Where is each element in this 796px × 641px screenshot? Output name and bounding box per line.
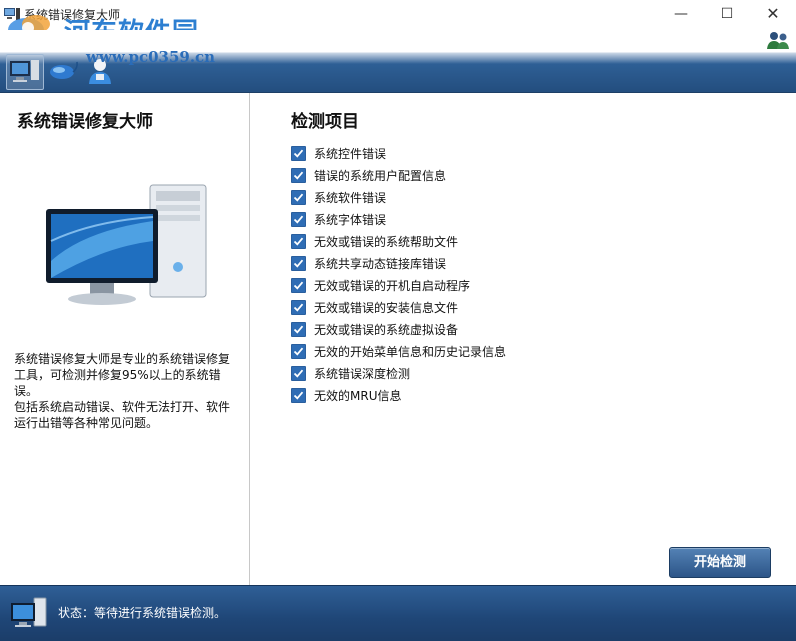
check-item-label: 系统共享动态链接库错误 [314, 256, 447, 271]
right-panel: 检测项目 系统控件错误 错误的系统用户配置信息 系统软件错误 系统字体错误 无效… [250, 93, 796, 585]
check-item-label: 系统错误深度检测 [314, 366, 411, 381]
check-item[interactable]: 系统字体错误 [291, 208, 506, 230]
check-item-label: 无效的MRU信息 [314, 388, 402, 403]
check-item-label: 系统软件错误 [314, 190, 387, 205]
checkbox[interactable] [291, 255, 306, 271]
checkbox[interactable] [291, 343, 306, 359]
check-mark-icon [293, 303, 304, 312]
checkbox[interactable] [291, 233, 306, 249]
check-item[interactable]: 无效或错误的系统虚拟设备 [291, 318, 506, 340]
check-item[interactable]: 系统错误深度检测 [291, 362, 506, 384]
description-line-2: 包括系统启动错误、软件无法打开、软件运行出错等各种常见问题。 [14, 400, 231, 430]
check-mark-icon [293, 391, 304, 400]
checkbox[interactable] [291, 211, 306, 227]
check-mark-icon [293, 347, 304, 356]
check-item[interactable]: 无效的MRU信息 [291, 384, 506, 406]
computer-status-icon [11, 597, 47, 627]
check-mark-icon [293, 369, 304, 378]
maximize-button[interactable]: ☐ [704, 0, 750, 28]
checkbox[interactable] [291, 387, 306, 403]
help-people-icon[interactable] [766, 30, 790, 50]
app-heading: 系统错误修复大师 [17, 112, 153, 132]
check-item[interactable]: 无效或错误的开机自启动程序 [291, 274, 506, 296]
check-item[interactable]: 错误的系统用户配置信息 [291, 164, 506, 186]
check-mark-icon [293, 149, 304, 158]
check-items-heading: 检测项目 [291, 112, 359, 132]
description-line-1: 系统错误修复大师是专业的系统错误修复工具，可检测并修复95%以上的系统错误。 [14, 352, 231, 398]
check-mark-icon [293, 281, 304, 290]
check-mark-icon [293, 171, 304, 180]
check-item-label: 系统字体错误 [314, 212, 387, 227]
check-mark-icon [293, 215, 304, 224]
check-item[interactable]: 无效或错误的系统帮助文件 [291, 230, 506, 252]
check-item-label: 无效或错误的安装信息文件 [314, 300, 459, 315]
monitor-icon [10, 60, 39, 82]
check-item-label: 无效或错误的系统帮助文件 [314, 234, 459, 249]
check-item-label: 系统控件错误 [314, 146, 387, 161]
check-item-label: 错误的系统用户配置信息 [314, 168, 447, 183]
check-mark-icon [293, 193, 304, 202]
desktop-computer-icon [46, 184, 207, 305]
check-item[interactable]: 系统软件错误 [291, 186, 506, 208]
check-mark-icon [293, 237, 304, 246]
check-item[interactable]: 无效的开始菜单信息和历史记录信息 [291, 340, 506, 362]
check-item-label: 无效或错误的开机自启动程序 [314, 278, 471, 293]
status-bar: 状态：等待进行系统错误检测。 [0, 585, 796, 641]
left-panel: 系统错误修复大师 系统错误修复大师是专业的系统错误修复工具，可检测并修复95%以… [0, 93, 250, 585]
check-mark-icon [293, 259, 304, 268]
checkbox[interactable] [291, 321, 306, 337]
minimize-button[interactable]: — [658, 0, 704, 28]
check-item[interactable]: 系统共享动态链接库错误 [291, 252, 506, 274]
checkbox[interactable] [291, 167, 306, 183]
checkbox[interactable] [291, 365, 306, 381]
checkbox[interactable] [291, 277, 306, 293]
check-mark-icon [293, 325, 304, 334]
check-item-label: 无效的开始菜单信息和历史记录信息 [314, 344, 507, 359]
start-scan-button[interactable]: 开始检测 [669, 547, 771, 578]
checkbox[interactable] [291, 299, 306, 315]
check-item-label: 无效或错误的系统虚拟设备 [314, 322, 459, 337]
close-button[interactable]: ✕ [750, 0, 796, 28]
toolbar-mouse-button[interactable] [44, 54, 80, 88]
status-text: 状态：等待进行系统错误检测。 [58, 606, 227, 620]
check-item[interactable]: 无效或错误的安装信息文件 [291, 296, 506, 318]
description: 系统错误修复大师是专业的系统错误修复工具，可检测并修复95%以上的系统错误。 包… [14, 351, 240, 431]
check-item[interactable]: 系统控件错误 [291, 142, 506, 164]
checkbox[interactable] [291, 189, 306, 205]
mouse-icon [50, 61, 78, 79]
check-item-list: 系统控件错误 错误的系统用户配置信息 系统软件错误 系统字体错误 无效或错误的系… [291, 142, 506, 406]
toolbar-monitor-button[interactable] [6, 54, 44, 90]
checkbox[interactable] [291, 145, 306, 161]
watermark-url: www.pc0359.cn [86, 48, 216, 66]
